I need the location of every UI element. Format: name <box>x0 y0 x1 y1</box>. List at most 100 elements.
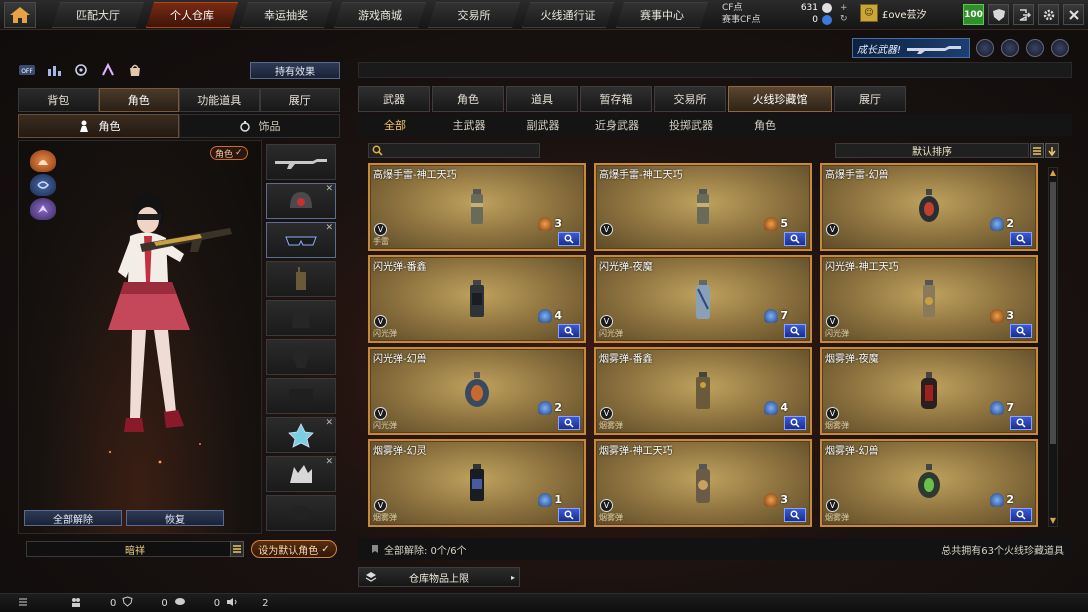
rotate-icon[interactable] <box>72 62 90 78</box>
emblem-icon[interactable] <box>1026 39 1044 57</box>
inspect-button[interactable] <box>1010 416 1032 430</box>
tab-items[interactable]: 道具 <box>506 86 578 112</box>
remove-icon[interactable]: ✕ <box>325 457 333 467</box>
player-info[interactable]: ☺ £ove芸汐 <box>860 4 927 22</box>
medal-icon[interactable] <box>1001 39 1019 57</box>
skill-wing-icon[interactable] <box>30 198 56 220</box>
tab-storage-box[interactable]: 暂存箱 <box>580 86 652 112</box>
item-card[interactable]: 烟雾弹-夜魔 V 烟雾弹 7 <box>820 347 1038 435</box>
inspect-button[interactable] <box>784 232 806 246</box>
tab-function-items[interactable]: 功能道具 <box>179 88 260 112</box>
remove-icon[interactable]: ✕ <box>325 223 333 233</box>
slot-pouch[interactable] <box>266 378 336 414</box>
wings-icon[interactable] <box>1051 39 1069 57</box>
restore-button[interactable]: 恢复 <box>126 510 224 526</box>
sort-order-icon[interactable] <box>1045 143 1059 158</box>
tab-showroom[interactable]: 展厅 <box>259 88 340 112</box>
item-card[interactable]: 高爆手雷-神工天巧 V 5 <box>594 163 812 251</box>
growth-weapon-banner[interactable]: 成长武器! <box>852 38 970 58</box>
scroll-up-icon[interactable]: ▲ <box>1049 168 1057 178</box>
gear-icon[interactable] <box>1038 4 1059 25</box>
add-icon[interactable]: + <box>840 3 848 13</box>
remove-icon[interactable]: ✕ <box>325 184 333 194</box>
item-card[interactable]: 闪光弹-幻兽 V 闪光弹 2 <box>368 347 586 435</box>
inspect-button[interactable] <box>558 324 580 338</box>
slot-primary-weapon[interactable] <box>266 144 336 180</box>
tab-characters[interactable]: 角色 <box>432 86 504 112</box>
category-secondary[interactable]: 副武器 <box>506 117 580 133</box>
inspect-button[interactable] <box>558 232 580 246</box>
bag-icon[interactable] <box>126 62 144 78</box>
tab-character[interactable]: 角色 <box>98 88 179 112</box>
tab-weapons[interactable]: 武器 <box>358 86 430 112</box>
slot-vest[interactable] <box>266 300 336 336</box>
slot-armor[interactable] <box>266 339 336 375</box>
subtab-character[interactable]: 角色 <box>18 114 179 138</box>
hold-effect-button[interactable]: 持有效果 <box>250 62 340 79</box>
off-toggle-icon[interactable]: OFF <box>18 62 36 78</box>
skill-water-icon[interactable] <box>30 174 56 196</box>
cf-plus-icon[interactable] <box>822 3 832 13</box>
item-card[interactable]: 烟雾弹-番鑫 V 烟雾弹 4 <box>594 347 812 435</box>
scroll-thumb[interactable] <box>1050 182 1056 444</box>
inspect-button[interactable] <box>1010 324 1032 338</box>
set-default-character-button[interactable]: 设为默认角色 ✓ <box>251 540 337 558</box>
category-melee[interactable]: 近身武器 <box>580 117 654 133</box>
nav-tab-match-hall[interactable]: 匹配大厅 <box>52 2 144 28</box>
inspect-button[interactable] <box>558 416 580 430</box>
menu-icon[interactable] <box>18 597 28 610</box>
tab-gallery[interactable]: 展厅 <box>834 86 906 112</box>
nav-tab-exchange[interactable]: 交易所 <box>428 2 520 28</box>
nav-tab-event-center[interactable]: 赛事中心 <box>616 2 708 28</box>
inspect-button[interactable] <box>784 416 806 430</box>
item-card[interactable]: 高爆手雷-幻兽 V 2 <box>820 163 1038 251</box>
stats-icon[interactable] <box>45 62 63 78</box>
shield-status-icon[interactable] <box>122 596 133 610</box>
friends-icon[interactable] <box>70 597 82 610</box>
refresh-icon[interactable]: ↻ <box>840 14 848 24</box>
item-card[interactable]: 烟雾弹-幻兽 V 烟雾弹 2 <box>820 439 1038 527</box>
list-icon[interactable] <box>230 541 244 557</box>
speaker-icon[interactable] <box>226 597 238 610</box>
warehouse-capacity-button[interactable]: 仓库物品上限 ▸ <box>358 567 520 587</box>
category-primary[interactable]: 主武器 <box>432 117 506 133</box>
inspect-button[interactable] <box>558 508 580 522</box>
list-view-icon[interactable] <box>1030 143 1044 158</box>
category-throwable[interactable]: 投掷武器 <box>654 117 728 133</box>
skill-fire-icon[interactable] <box>30 150 56 172</box>
tab-backpack[interactable]: 背包 <box>18 88 99 112</box>
category-character[interactable]: 角色 <box>728 117 802 133</box>
slot-pet[interactable]: ✕ <box>266 456 336 492</box>
tab-trade[interactable]: 交易所 <box>654 86 726 112</box>
inspect-button[interactable] <box>1010 508 1032 522</box>
tab-collection-hall[interactable]: 火线珍藏馆 <box>728 86 832 112</box>
nav-tab-battle-pass[interactable]: 火线通行证 <box>522 2 614 28</box>
item-card[interactable]: 烟雾弹-幻灵 V 烟雾弹 1 <box>368 439 586 527</box>
slot-emblem[interactable]: ✕ <box>266 417 336 453</box>
inspect-button[interactable] <box>784 508 806 522</box>
inspect-button[interactable] <box>1010 232 1032 246</box>
chat-icon[interactable] <box>174 597 186 610</box>
nav-tab-personal-warehouse[interactable]: 个人仓库 <box>146 2 238 28</box>
search-input[interactable] <box>368 143 540 158</box>
subtab-accessories[interactable]: 饰品 <box>179 114 340 138</box>
shield-icon[interactable] <box>988 4 1009 25</box>
scroll-down-icon[interactable]: ▼ <box>1049 516 1057 526</box>
inspect-button[interactable] <box>784 324 806 338</box>
sort-dropdown[interactable]: 默认排序 <box>835 143 1029 158</box>
slot-radio[interactable] <box>266 261 336 297</box>
unequip-all-status[interactable]: 全部解除: 0个/6个 <box>370 542 467 557</box>
slot-spray[interactable] <box>266 495 336 531</box>
role-badge[interactable]: 角色 ✓ <box>210 146 248 160</box>
pose-icon[interactable] <box>99 62 117 78</box>
item-card[interactable]: 烟雾弹-神工天巧 V 烟雾弹 3 <box>594 439 812 527</box>
slot-goggles[interactable]: ✕ <box>266 222 336 258</box>
item-card[interactable]: 闪光弹-夜魔 V 闪光弹 7 <box>594 255 812 343</box>
nav-tab-lucky-draw[interactable]: 幸运抽奖 <box>240 2 332 28</box>
category-all[interactable]: 全部 <box>358 117 432 133</box>
item-card[interactable]: 闪光弹-神工天巧 V 闪光弹 3 <box>820 255 1038 343</box>
close-icon[interactable] <box>1063 4 1084 25</box>
item-card[interactable]: 闪光弹-番鑫 V 闪光弹 4 <box>368 255 586 343</box>
home-button[interactable] <box>4 2 36 28</box>
item-card[interactable]: 高爆手雷-神工天巧 V 手雷 3 <box>368 163 586 251</box>
